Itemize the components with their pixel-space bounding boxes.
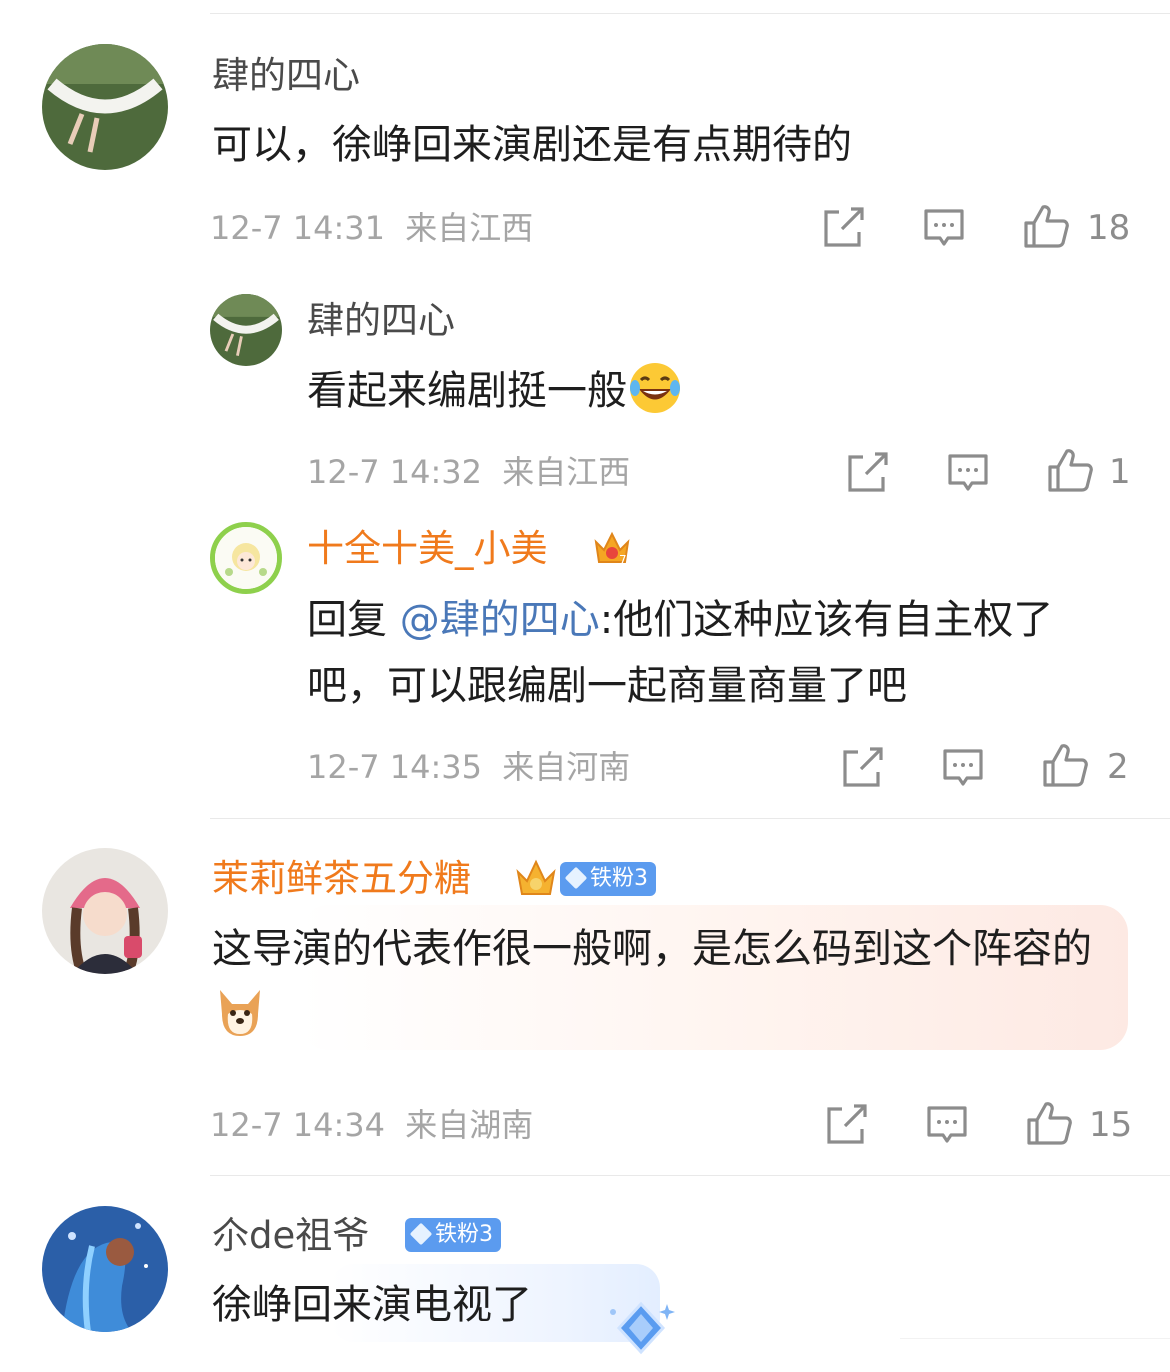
comment-text-content: 这导演的代表作很一般啊，是怎么码到这个阵容的 [212,926,1092,972]
badge-label: 铁粉3 [435,1222,493,1247]
bottom-faint-divider [900,1338,1170,1339]
share-icon[interactable] [821,206,865,250]
top-divider [210,13,1170,14]
crown-icon: 7 [590,526,634,570]
badge-label: 铁粉3 [590,866,648,891]
reply-time: 12-7 14:32 来自江西 [307,456,630,488]
diamond-icon [409,1222,433,1246]
avatar[interactable] [42,44,168,170]
reply-time: 12-7 14:35 来自河南 [307,751,630,783]
avatar[interactable] [210,522,282,594]
reply-username[interactable]: 十全十美_小美 [307,530,548,567]
like-icon[interactable] [1023,203,1069,249]
diamond-icon [564,866,588,890]
svg-text:7: 7 [619,553,627,567]
fan-level-badge[interactable]: 铁粉3 [560,862,656,896]
avatar[interactable] [42,1206,168,1332]
comment-text: 这导演的代表作很一般啊，是怎么码到这个阵容的 [212,916,1112,1048]
timestamp: 12-7 14:31 [210,209,386,247]
comment-username[interactable]: 尒de祖爷 [212,1217,369,1254]
timestamp: 12-7 14:32 [307,453,483,491]
laughing-tears-emoji [627,360,683,416]
like-icon[interactable] [1042,742,1088,788]
dog-emoji [212,984,268,1040]
comment-icon[interactable] [946,451,990,495]
comment-text: 徐峥回来演电视了 [212,1282,532,1328]
reply-text-content: 看起来编剧挺一般 [307,368,627,414]
share-icon[interactable] [840,746,884,790]
location: 来自江西 [502,453,631,491]
comment-time: 12-7 14:31 来自江西 [210,212,533,244]
reply-text: 回复 @肆的四心:他们这种应该有自主权了吧，可以跟编剧一起商量商量了吧 [307,587,1107,719]
like-count: 18 [1087,208,1131,248]
share-icon[interactable] [824,1103,868,1147]
avatar[interactable] [42,848,168,974]
comment-time: 12-7 14:34 来自湖南 [210,1109,533,1141]
comment-text: 可以，徐峥回来演剧还是有点期待的 [212,122,852,168]
mention-link[interactable]: @肆的四心 [400,597,600,643]
crown-icon [512,856,560,900]
comment-divider [210,1175,1170,1176]
fan-level-badge[interactable]: 铁粉3 [405,1218,501,1252]
comment-username[interactable]: 茉莉鲜茶五分糖 [212,860,471,897]
share-icon[interactable] [845,451,889,495]
reply-prefix: 回复 [307,597,400,643]
like-icon[interactable] [1026,1100,1072,1146]
like-icon[interactable] [1047,447,1093,493]
timestamp: 12-7 14:34 [210,1106,386,1144]
timestamp: 12-7 14:35 [307,748,483,786]
reply-username[interactable]: 肆的四心 [307,302,455,339]
comment-username[interactable]: 肆的四心 [212,57,360,94]
like-count: 2 [1107,747,1129,787]
like-count: 15 [1089,1105,1133,1145]
like-count: 1 [1109,452,1131,492]
location: 来自河南 [502,748,631,786]
reply-text: 看起来编剧挺一般 [307,358,1107,424]
comment-icon[interactable] [941,746,985,790]
comment-icon[interactable] [925,1103,969,1147]
location: 来自江西 [405,209,534,247]
comment-icon[interactable] [922,206,966,250]
comment-divider [210,818,1170,819]
diamond-icon [605,1298,677,1358]
location: 来自湖南 [405,1106,534,1144]
avatar[interactable] [210,294,282,366]
